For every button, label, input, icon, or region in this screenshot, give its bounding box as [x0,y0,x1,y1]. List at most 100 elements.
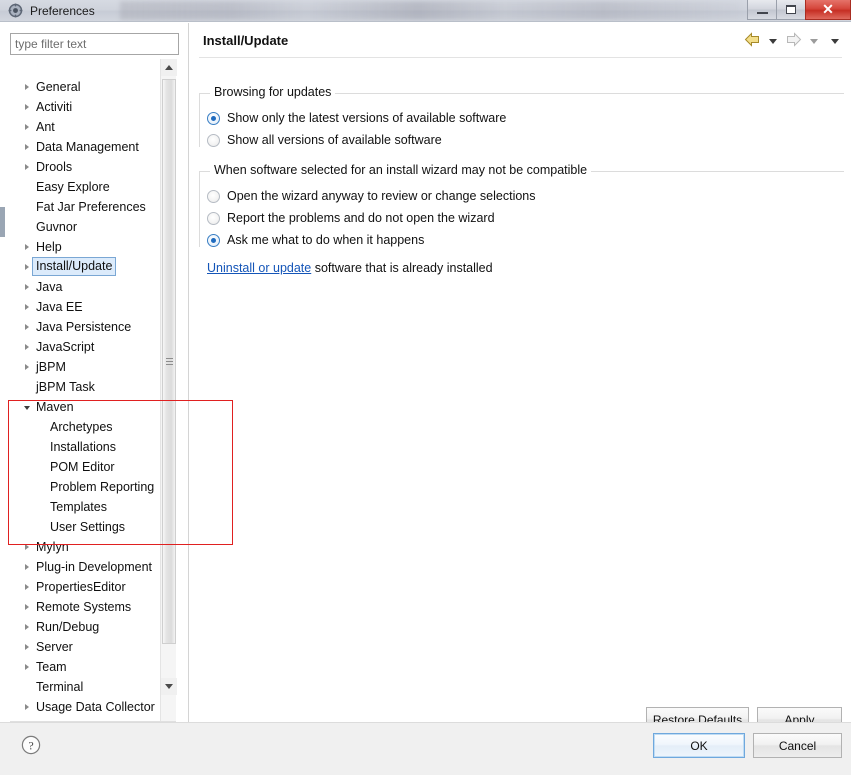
group-incompatible-wizard-behavior: When software selected for an install wi… [199,163,844,247]
tree-item-usage-data-collector[interactable]: Usage Data Collector [10,697,162,717]
radio-ask-me[interactable]: Ask me what to do when it happens [207,233,424,247]
radio-open-wizard-anyway[interactable]: Open the wizard anyway to review or chan… [207,189,536,203]
preference-page-panel: Install/Update Browsing for updates Show… [188,23,851,732]
chevron-right-icon [25,644,29,650]
tree-item-activiti[interactable]: Activiti [10,97,162,117]
tree-item-install-update[interactable]: Install/Update [10,257,162,277]
radio-button-indicator[interactable] [207,111,220,125]
chevron-right-icon[interactable] [20,364,34,370]
scroll-up-button[interactable] [161,59,177,76]
tree-item-easy-explore[interactable]: Easy Explore [10,177,162,197]
radio-button-indicator[interactable] [207,233,220,247]
chevron-right-icon[interactable] [20,304,34,310]
tree-item-team[interactable]: Team [10,657,162,677]
chevron-right-icon [25,264,29,270]
tree-item-help[interactable]: Help [10,237,162,257]
maximize-button[interactable] [776,0,805,20]
radio-button-indicator[interactable] [207,189,220,203]
uninstall-or-update-link[interactable]: Uninstall or update [207,261,311,275]
radio-label: Open the wizard anyway to review or chan… [227,189,536,203]
tree-item-mylyn[interactable]: Mylyn [10,537,162,557]
tree-item-maven[interactable]: Maven [10,397,162,417]
tree-item-java-persistence[interactable]: Java Persistence [10,317,162,337]
chevron-right-icon[interactable] [20,604,34,610]
tree-item-templates[interactable]: Templates [10,497,162,517]
tree-item-run-debug[interactable]: Run/Debug [10,617,162,637]
chevron-right-icon[interactable] [20,584,34,590]
tree-item-data-management[interactable]: Data Management [10,137,162,157]
tree-item-label: Team [36,660,67,674]
tree-item-javascript[interactable]: JavaScript [10,337,162,357]
tree-item-fat-jar-preferences[interactable]: Fat Jar Preferences [10,197,162,217]
vertical-scrollbar-thumb[interactable] [162,79,176,644]
tree-item-guvnor[interactable]: Guvnor [10,217,162,237]
tree-item-label: Drools [36,160,73,174]
chevron-right-icon[interactable] [20,644,34,650]
tree-vertical-scrollbar[interactable] [160,59,177,731]
chevron-right-icon[interactable] [20,104,34,110]
close-button[interactable]: ✕ [805,0,851,20]
tree-item-archetypes[interactable]: Archetypes [10,417,162,437]
chevron-right-icon[interactable] [20,664,34,670]
chevron-right-icon [25,704,29,710]
minimize-button[interactable] [747,0,776,20]
back-arrow-icon[interactable] [744,32,761,50]
tree-item-label: Remote Systems [36,600,132,614]
window-title: Preferences [30,3,95,18]
tree-item-pom-editor[interactable]: POM Editor [10,457,162,477]
chevron-right-icon [25,564,29,570]
tree-item-label: Activiti [36,100,73,114]
chevron-right-icon[interactable] [20,84,34,90]
ok-button[interactable]: OK [653,733,745,758]
gear-icon [8,3,23,18]
chevron-right-icon[interactable] [20,164,34,170]
tree-item-label: General [36,80,81,94]
chevron-right-icon[interactable] [20,564,34,570]
tree-item-plug-in-development[interactable]: Plug-in Development [10,557,162,577]
tree-item-java[interactable]: Java [10,277,162,297]
chevron-right-icon[interactable] [20,344,34,350]
chevron-right-icon[interactable] [20,124,34,130]
window-controls: ✕ [747,0,851,21]
chevron-right-icon[interactable] [20,284,34,290]
tree-item-installations[interactable]: Installations [10,437,162,457]
tree-item-label: Installations [50,440,117,454]
tree-item-drools[interactable]: Drools [10,157,162,177]
radio-show-all-versions[interactable]: Show all versions of available software [207,133,442,147]
scroll-down-button[interactable] [161,678,177,695]
cancel-button[interactable]: Cancel [753,733,842,758]
chevron-down-icon[interactable] [20,404,34,410]
chevron-right-icon[interactable] [20,544,34,550]
tree-item-terminal[interactable]: Terminal [10,677,162,697]
radio-button-indicator[interactable] [207,133,220,147]
tree-item-jbpm-task[interactable]: jBPM Task [10,377,162,397]
chevron-up-icon [165,65,173,70]
chevron-right-icon[interactable] [20,324,34,330]
filter-input[interactable] [10,33,179,55]
page-menu-chevron-down-icon[interactable] [831,38,839,44]
tree-item-java-ee[interactable]: Java EE [10,297,162,317]
tree-item-remote-systems[interactable]: Remote Systems [10,597,162,617]
tree-item-problem-reporting[interactable]: Problem Reporting [10,477,162,497]
tree-item-general[interactable]: General [10,77,162,97]
title-bar: Preferences ✕ [0,0,851,22]
tree-item-propertieseditor[interactable]: PropertiesEditor [10,577,162,597]
tree-item-label: Plug-in Development [36,560,153,574]
chevron-right-icon[interactable] [20,244,34,250]
chevron-right-icon[interactable] [20,704,34,710]
tree-item-jbpm[interactable]: jBPM [10,357,162,377]
preferences-tree[interactable]: General Activiti Ant Data Management Drools E… [10,59,179,731]
group-title: When software selected for an install wi… [210,163,592,177]
chevron-right-icon[interactable] [20,144,34,150]
chevron-right-icon [25,584,29,590]
help-question-icon[interactable]: ? [21,735,41,755]
group-border-left [199,93,200,147]
radio-show-latest-versions[interactable]: Show only the latest versions of availab… [207,111,506,125]
chevron-right-icon[interactable] [20,624,34,630]
radio-report-problems[interactable]: Report the problems and do not open the … [207,211,495,225]
tree-item-user-settings[interactable]: User Settings [10,517,162,537]
back-history-chevron-down-icon[interactable] [769,38,777,44]
tree-item-server[interactable]: Server [10,637,162,657]
tree-item-ant[interactable]: Ant [10,117,162,137]
radio-button-indicator[interactable] [207,211,220,225]
